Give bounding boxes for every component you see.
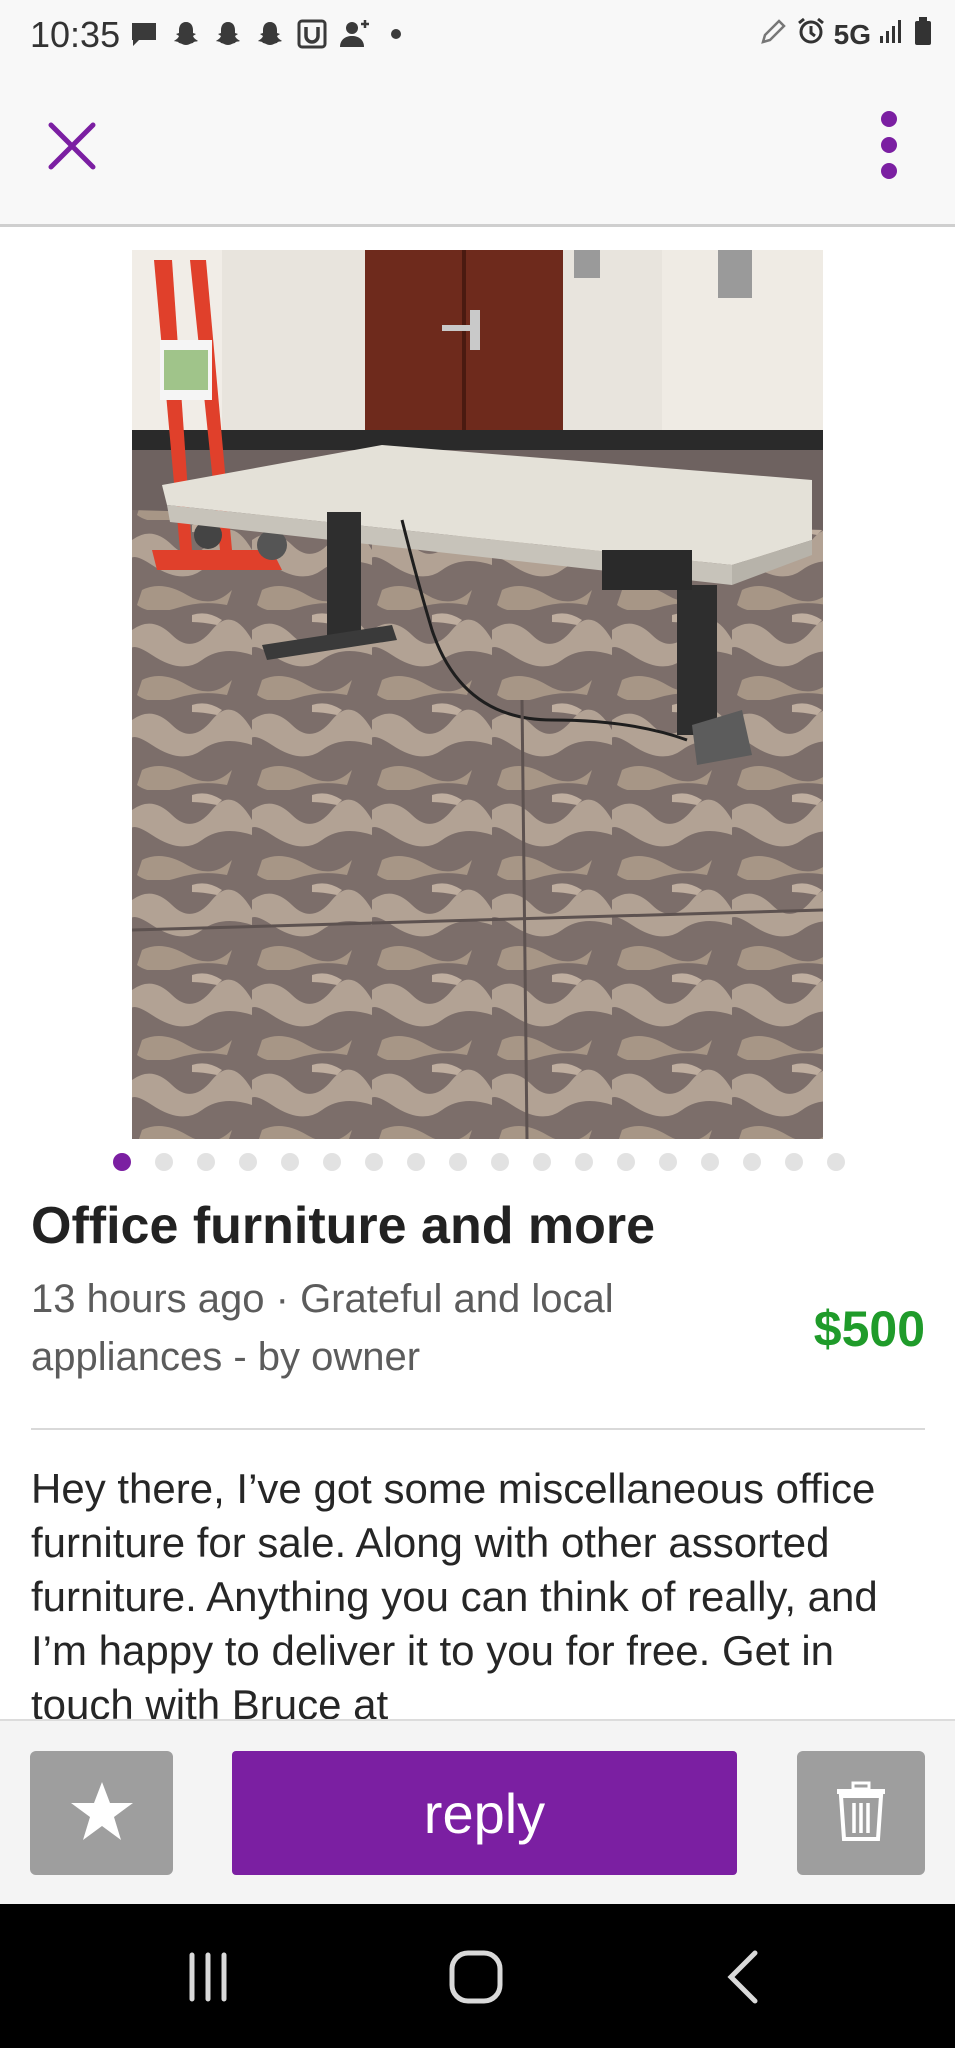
- gallery-dot[interactable]: [491, 1153, 509, 1171]
- message-icon: [128, 18, 160, 50]
- snapchat-icon: [170, 18, 202, 50]
- listing-meta-line1: 13 hours ago · Grateful and local: [31, 1277, 614, 1321]
- screen: 10:35 5G Office furniture and more 13 ho…: [0, 0, 955, 2048]
- gallery-dot[interactable]: [407, 1153, 425, 1171]
- back-button[interactable]: [703, 1944, 783, 2014]
- gallery-dot[interactable]: [449, 1153, 467, 1171]
- signal-icon: [879, 18, 905, 51]
- reply-button[interactable]: reply: [232, 1751, 737, 1875]
- edit-icon: [760, 17, 788, 52]
- status-time: 10:35: [30, 14, 121, 55]
- gallery-dot[interactable]: [743, 1153, 761, 1171]
- delete-button[interactable]: [797, 1751, 925, 1875]
- notification-icons: [128, 18, 412, 50]
- gallery-dot[interactable]: [701, 1153, 719, 1171]
- trash-icon: [835, 1781, 887, 1846]
- more-options-button[interactable]: [859, 104, 919, 190]
- listing-meta-line2: appliances - by owner: [31, 1335, 421, 1379]
- gallery-dot[interactable]: [785, 1153, 803, 1171]
- gallery-dot[interactable]: [659, 1153, 677, 1171]
- back-icon: [723, 1949, 763, 2010]
- home-button[interactable]: [436, 1944, 516, 2014]
- gallery-dot[interactable]: [113, 1153, 131, 1171]
- listing-photo[interactable]: [132, 250, 823, 1139]
- status-bar: 10:35 5G: [0, 0, 955, 72]
- gallery-dot[interactable]: [365, 1153, 383, 1171]
- home-icon: [448, 1949, 504, 2010]
- gallery-dot[interactable]: [239, 1153, 257, 1171]
- gallery-dot[interactable]: [827, 1153, 845, 1171]
- gallery-dot[interactable]: [323, 1153, 341, 1171]
- gallery-dot[interactable]: [281, 1153, 299, 1171]
- more-vert-icon: [879, 109, 899, 186]
- add-person-icon: [338, 18, 370, 50]
- listing-title: Office furniture and more: [31, 1197, 656, 1255]
- gallery-dot[interactable]: [575, 1153, 593, 1171]
- app-bar: [0, 72, 955, 227]
- gallery-pagination: [113, 1153, 869, 1175]
- close-icon: [47, 121, 97, 176]
- u-app-icon: [296, 18, 328, 50]
- dot-icon: [380, 18, 412, 50]
- divider: [31, 1428, 925, 1430]
- star-icon: [70, 1780, 134, 1847]
- system-nav-bar: [0, 1904, 955, 2048]
- close-button[interactable]: [36, 112, 108, 184]
- recents-button[interactable]: [168, 1944, 248, 2014]
- gallery-dot[interactable]: [197, 1153, 215, 1171]
- gallery-dot[interactable]: [533, 1153, 551, 1171]
- listing-meta: 13 hours ago · Grateful and local applia…: [31, 1270, 691, 1386]
- favorite-button[interactable]: [30, 1751, 173, 1875]
- system-icons: 5G: [760, 16, 933, 53]
- recents-icon: [182, 1951, 234, 2008]
- gallery-dot[interactable]: [617, 1153, 635, 1171]
- snapchat-icon: [212, 18, 244, 50]
- listing-description: Hey there, I’ve got some miscellaneous o…: [31, 1465, 878, 1719]
- listing-price: $500: [813, 1301, 925, 1357]
- gallery-dot[interactable]: [155, 1153, 173, 1171]
- action-bar: reply: [0, 1719, 955, 1906]
- battery-icon: [913, 16, 933, 53]
- network-label: 5G: [833, 18, 871, 50]
- alarm-icon: [796, 16, 826, 53]
- snapchat-icon: [254, 18, 286, 50]
